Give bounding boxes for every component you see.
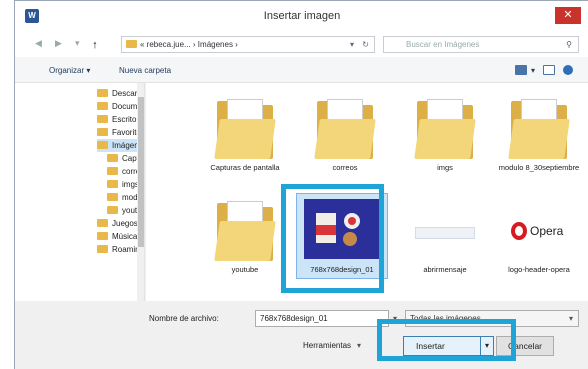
filename-input[interactable]: 768x768design_01 (255, 310, 389, 327)
file-label: modulo 8_30septiembre (498, 163, 580, 172)
navigation-pane: Descarga Documer Escritorio Favoritos Im… (15, 83, 145, 301)
folder-icon (414, 97, 476, 159)
back-button[interactable]: ◀ (35, 38, 42, 49)
file-label: abrirmensaje (423, 265, 467, 274)
file-tile-capturas[interactable]: Capturas de pantalla (201, 91, 289, 191)
sidebar-item-imgs[interactable]: imgs (107, 178, 139, 191)
address-dropdown-icon[interactable]: ▾ (350, 37, 354, 52)
search-icon: ⚲ (566, 40, 572, 49)
image-thumbnail (415, 227, 475, 239)
forward-button[interactable]: ▶ (55, 38, 62, 49)
title-bar: W Insertar imagen ✕ (15, 1, 588, 31)
sidebar-scrollbar[interactable] (137, 83, 144, 301)
file-label: Capturas de pantalla (210, 163, 280, 172)
scrollbar-thumb[interactable] (138, 97, 144, 247)
folder-icon (214, 199, 276, 261)
sidebar-item-imagenes[interactable]: Imágenes (97, 139, 144, 152)
folder-icon (107, 167, 118, 175)
organize-button[interactable]: Organizar ▾ (49, 66, 90, 75)
folder-icon (97, 141, 108, 149)
preview-pane-icon[interactable] (543, 65, 555, 75)
folder-icon (97, 219, 108, 227)
file-label: logo-header-opera (508, 265, 570, 274)
folder-icon (214, 97, 276, 159)
view-options-icon[interactable] (515, 65, 527, 75)
up-button[interactable]: 🠕 (93, 38, 97, 54)
new-folder-button[interactable]: Nueva carpeta (119, 66, 171, 75)
file-tile-youtube[interactable]: youtube (201, 193, 289, 293)
tools-button[interactable]: Herramientas ▾ (303, 341, 361, 350)
folder-icon (107, 206, 118, 214)
search-input[interactable]: Buscar en Imágenes ⚲ (383, 36, 579, 53)
dialog-title: Insertar imagen (263, 10, 341, 22)
insert-button-highlight (377, 319, 516, 361)
file-label: correos (332, 163, 358, 172)
folder-icon (508, 97, 570, 159)
folder-icon (126, 40, 137, 48)
chevron-down-icon: ▾ (357, 341, 362, 350)
folder-icon (97, 115, 108, 123)
chevron-down-icon: ▾ (568, 314, 573, 323)
refresh-icon[interactable]: ↻ (362, 37, 369, 52)
navigation-bar: ◀ ▶ ▾ 🠕 « rebeca.jue... › Imágenes › ▾ ↻… (15, 31, 588, 57)
close-button[interactable]: ✕ (555, 7, 581, 24)
search-placeholder: Buscar en Imágenes (406, 40, 480, 49)
tools-label: Herramientas (303, 341, 352, 350)
folder-icon (97, 102, 108, 110)
recent-locations-button[interactable]: ▾ (75, 38, 80, 49)
folder-icon (107, 193, 118, 201)
folder-icon (107, 154, 118, 162)
folder-icon (107, 180, 118, 188)
sidebar-item-musica[interactable]: Música (97, 230, 137, 243)
opera-logo: Opera (509, 221, 569, 243)
file-tile-modulo[interactable]: modulo 8_30septiembre (495, 91, 583, 191)
selected-image-highlight (281, 184, 384, 293)
view-dropdown-icon[interactable]: ▾ (531, 66, 535, 75)
help-icon[interactable] (563, 65, 573, 75)
filename-label: Nombre de archivo: (149, 314, 219, 323)
address-path: « rebeca.jue... › Imágenes › (140, 40, 238, 49)
folder-icon (97, 128, 108, 136)
folder-icon (97, 89, 108, 97)
folder-icon (97, 232, 108, 240)
command-toolbar: Organizar ▾ Nueva carpeta ▾ (15, 57, 588, 83)
file-tile-logo-opera[interactable]: Opera logo-header-opera (495, 193, 583, 293)
address-bar[interactable]: « rebeca.jue... › Imágenes › ▾ ↻ (121, 36, 375, 53)
file-tile-abrirmensaje[interactable]: abrirmensaje (401, 193, 489, 293)
folder-icon (314, 97, 376, 159)
folder-icon (97, 245, 108, 253)
file-tile-imgs[interactable]: imgs (401, 91, 489, 191)
file-label: imgs (437, 163, 453, 172)
file-tile-correos[interactable]: correos (301, 91, 389, 191)
sidebar-item-label: Música (112, 232, 138, 241)
file-label: youtube (231, 265, 259, 274)
